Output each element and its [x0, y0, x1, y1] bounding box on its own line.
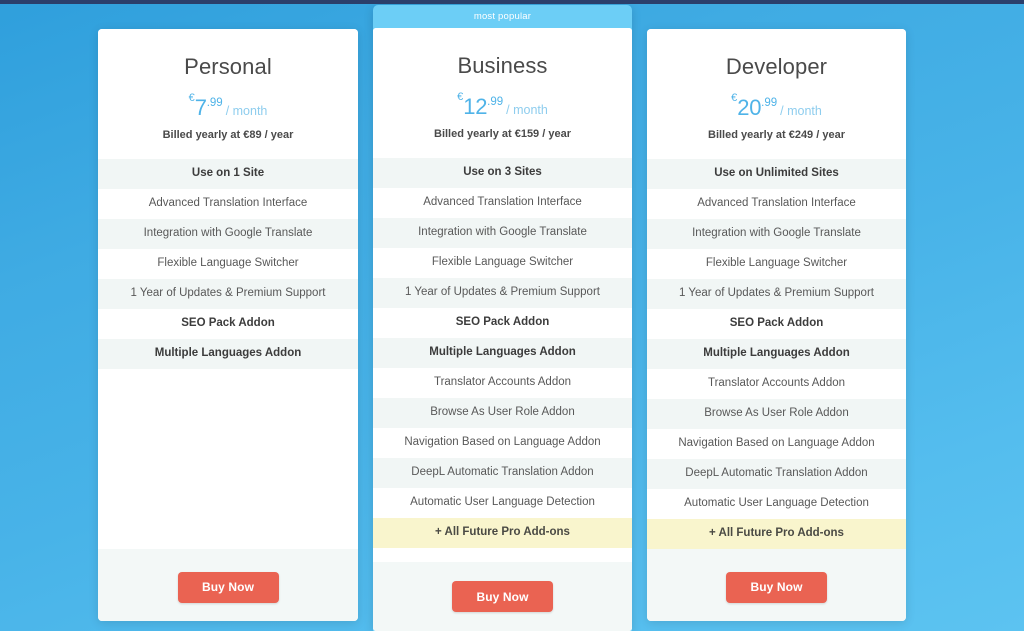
- plan-name-personal: Personal: [184, 54, 272, 79]
- feature-row: Integration with Google Translate: [98, 219, 358, 249]
- feature-row: Automatic User Language Detection: [373, 488, 632, 518]
- pricing-table: Personal €7.99/ month Billed yearly at €…: [0, 0, 1024, 631]
- plan-price-business: €12.99/ month: [373, 92, 632, 118]
- feature-row: Browse As User Role Addon: [373, 398, 632, 428]
- feature-row: Browse As User Role Addon: [647, 399, 906, 429]
- feature-row: Integration with Google Translate: [647, 219, 906, 249]
- feature-row: 1 Year of Updates & Premium Support: [98, 279, 358, 309]
- pricing-card-developer[interactable]: Developer €20.99/ month Billed yearly at…: [647, 29, 906, 621]
- feature-row: Translator Accounts Addon: [647, 369, 906, 399]
- card-footer-developer: Buy Now: [647, 549, 906, 621]
- buy-now-button-business[interactable]: Buy Now: [452, 581, 553, 612]
- feature-row: Integration with Google Translate: [373, 218, 632, 248]
- pricing-card-business-wrapper[interactable]: most popular Business €12.99/ month Bill…: [373, 5, 632, 631]
- buy-now-button-developer[interactable]: Buy Now: [726, 571, 827, 603]
- feature-row: 1 Year of Updates & Premium Support: [373, 278, 632, 308]
- feature-row: Use on Unlimited Sites: [647, 159, 906, 189]
- feature-row: Advanced Translation Interface: [373, 188, 632, 218]
- most-popular-badge: most popular: [473, 11, 532, 22]
- feature-list-business: Use on 3 Sites Advanced Translation Inte…: [373, 158, 632, 562]
- feature-row: DeepL Automatic Translation Addon: [647, 459, 906, 489]
- feature-row: Use on 3 Sites: [373, 158, 632, 188]
- feature-list-personal: Use on 1 Site Advanced Translation Inter…: [98, 159, 358, 549]
- feature-row: Flexible Language Switcher: [647, 249, 906, 279]
- top-accent-strip: [0, 0, 1024, 4]
- plan-header-business: Business €12.99/ month Billed yearly at …: [373, 28, 632, 158]
- pricing-card-business[interactable]: Business €12.99/ month Billed yearly at …: [373, 28, 632, 631]
- plan-billed-note-business: Billed yearly at €159 / year: [434, 128, 571, 140]
- plan-billed-note-developer: Billed yearly at €249 / year: [708, 129, 845, 141]
- price-decimals: .99: [206, 97, 223, 109]
- plan-billed-note-personal: Billed yearly at €89 / year: [162, 129, 294, 141]
- price-decimals: .99: [487, 96, 504, 108]
- price-amount: 12: [463, 94, 488, 119]
- feature-row: DeepL Automatic Translation Addon: [373, 458, 632, 488]
- price-period: / month: [225, 104, 268, 118]
- feature-row: Advanced Translation Interface: [647, 189, 906, 219]
- feature-row: Navigation Based on Language Addon: [647, 429, 906, 459]
- price-period: / month: [780, 104, 822, 118]
- feature-list-developer: Use on Unlimited Sites Advanced Translat…: [647, 159, 906, 549]
- price-amount: 20: [737, 95, 762, 120]
- feature-row: Flexible Language Switcher: [98, 249, 358, 279]
- card-footer-business: Buy Now: [373, 562, 632, 631]
- feature-row-future-addons: + All Future Pro Add-ons: [647, 519, 906, 549]
- plan-price-developer: €20.99/ month: [647, 93, 906, 119]
- feature-row: Translator Accounts Addon: [373, 368, 632, 398]
- feature-row: Use on 1 Site: [98, 159, 358, 189]
- plan-price-personal: €7.99/ month: [98, 93, 358, 119]
- feature-row: Multiple Languages Addon: [373, 338, 632, 368]
- buy-now-button-personal[interactable]: Buy Now: [177, 571, 279, 603]
- feature-list-spacer: [98, 369, 358, 549]
- pricing-card-personal[interactable]: Personal €7.99/ month Billed yearly at €…: [98, 29, 358, 621]
- feature-row: SEO Pack Addon: [373, 308, 632, 338]
- price-decimals: .99: [761, 97, 778, 109]
- feature-row: Flexible Language Switcher: [373, 248, 632, 278]
- feature-row: Advanced Translation Interface: [98, 189, 358, 219]
- plan-name-developer: Developer: [725, 54, 828, 79]
- plan-name-business: Business: [457, 53, 548, 78]
- price-period: / month: [506, 103, 548, 117]
- plan-header-personal: Personal €7.99/ month Billed yearly at €…: [98, 29, 358, 159]
- feature-row: Multiple Languages Addon: [98, 339, 358, 369]
- feature-row: 1 Year of Updates & Premium Support: [647, 279, 906, 309]
- price-amount: 7: [194, 95, 207, 120]
- feature-row-future-addons: + All Future Pro Add-ons: [373, 518, 632, 548]
- card-footer-personal: Buy Now: [98, 549, 358, 621]
- feature-row: SEO Pack Addon: [647, 309, 906, 339]
- feature-row: Multiple Languages Addon: [647, 339, 906, 369]
- feature-row: Automatic User Language Detection: [647, 489, 906, 519]
- feature-row: Navigation Based on Language Addon: [373, 428, 632, 458]
- feature-row: SEO Pack Addon: [98, 309, 358, 339]
- plan-header-developer: Developer €20.99/ month Billed yearly at…: [647, 29, 906, 159]
